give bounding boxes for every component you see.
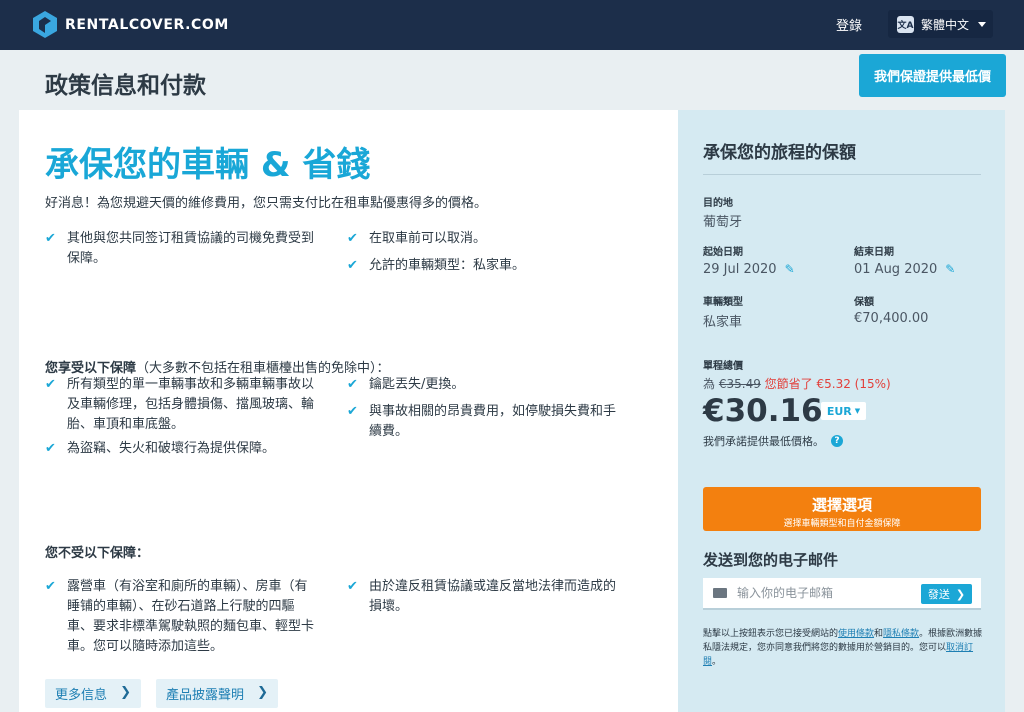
- site-logo[interactable]: RENTALCOVER.COM: [33, 11, 229, 38]
- destination-label: 目的地: [703, 198, 733, 209]
- login-link[interactable]: 登錄: [836, 15, 862, 34]
- chevron-down-icon: [978, 21, 987, 27]
- covered-item: ✔ 鑰匙丟失/更換。: [347, 375, 647, 395]
- feature-item: ✔ 在取車前可以取消。: [347, 229, 647, 249]
- chevron-right-icon: ❯: [955, 587, 966, 601]
- language-selector[interactable]: 文A 繁體中文: [888, 10, 993, 38]
- covered-item: ✔ 所有類型的單一車輛事故和多輛車輛事故以 及車輛修理，包括身體損傷、擋風玻璃、…: [45, 377, 315, 432]
- price-guarantee-button[interactable]: 我們保證提供最低價: [859, 54, 1006, 97]
- email-input[interactable]: [737, 586, 907, 600]
- more-info-button[interactable]: 更多信息 ❯: [45, 679, 141, 708]
- check-icon: ✔: [347, 231, 358, 246]
- logo-text: RENTALCOVER.COM: [65, 16, 229, 33]
- check-icon: ✔: [347, 579, 358, 594]
- top-navigation-bar: RENTALCOVER.COM 登錄 文A 繁體中文: [0, 0, 1024, 50]
- end-date-label: 結束日期: [854, 247, 894, 258]
- total-price: €30.16: [703, 393, 823, 429]
- feature-item: ✔ 允許的車輛類型：私家車。: [347, 256, 647, 276]
- check-icon: ✔: [45, 441, 56, 456]
- cover-amount-label: 保額: [854, 297, 874, 308]
- old-price: 為 €35.49 您節省了 €5.32 (15%): [703, 377, 891, 391]
- feature-item: ✔ 其他與您共同签订租賃協議的司機免費受到 保障。: [45, 231, 315, 266]
- help-icon[interactable]: ?: [831, 435, 843, 447]
- currency-selector[interactable]: EUR ▼: [821, 402, 866, 420]
- vehicle-type-value: 私家車: [703, 315, 743, 330]
- total-price-label: 單程總價: [703, 361, 743, 372]
- intro-text: 好消息！為您規避天價的維修費用，您只需支付比在租車點優惠得多的價格。: [45, 196, 488, 211]
- check-icon: ✔: [45, 231, 56, 246]
- destination-value: 葡萄牙: [703, 215, 743, 230]
- chevron-right-icon: ❯: [257, 685, 268, 700]
- divider: [703, 174, 981, 175]
- not-covered-item: ✔ 由於違反租賃協議或違反當地法律而造成的 損壞。: [347, 579, 617, 614]
- start-date[interactable]: 29 Jul 2020 ✎: [703, 262, 795, 277]
- check-icon: ✔: [45, 377, 56, 392]
- saving-text: 您節省了 €5.32 (15%): [764, 377, 891, 391]
- end-date[interactable]: 01 Aug 2020 ✎: [854, 262, 955, 277]
- cover-amount-value: €70,400.00: [854, 311, 929, 326]
- chevron-right-icon: ❯: [120, 685, 131, 700]
- translate-icon: 文A: [897, 15, 914, 33]
- check-icon: ✔: [45, 579, 56, 594]
- privacy-link[interactable]: 隱私條款: [883, 629, 919, 639]
- send-button[interactable]: 發送 ❯: [921, 584, 972, 604]
- not-covered-item: ✔ 露營車（有浴室和廁所的車輛）、房車（有 睡铺的車輛）、在砂石道路上行駛的四驅…: [45, 579, 315, 654]
- quote-summary-panel: 承保您的旅程的保額 目的地 葡萄牙 起始日期 29 Jul 2020 ✎ 結束日期…: [678, 110, 1005, 712]
- logo-icon: [33, 11, 57, 38]
- language-label: 繁體中文: [921, 17, 970, 32]
- mail-icon: [713, 588, 727, 598]
- product-disclosure-button[interactable]: 產品披露聲明 ❯: [156, 679, 278, 708]
- check-icon: ✔: [347, 377, 358, 392]
- pencil-icon[interactable]: ✎: [945, 262, 955, 276]
- start-date-label: 起始日期: [703, 247, 743, 258]
- select-options-button[interactable]: 選擇選項 選擇車輛類型和自付金額保障: [703, 487, 981, 531]
- check-icon: ✔: [347, 258, 358, 273]
- covered-heading: 您享受以下保障（大多數不包括在租車櫃檯出售的免除中）：: [45, 361, 390, 376]
- email-section-title: 发送到您的电子邮件: [703, 551, 839, 569]
- not-covered-heading: 您不受以下保障：: [45, 546, 150, 561]
- price-promise: 我們承諾提供最低價格。 ?: [703, 433, 843, 449]
- coverage-details-card: 承保您的車輛 & 省錢 好消息！為您規避天價的維修費用，您只需支付比在租車點優惠…: [19, 110, 678, 712]
- legal-notice: 點擊以上按鈕表示您已接受網站的使用條款和隱私條款。根據歐洲數據私隱法規定，您亦同…: [703, 629, 983, 667]
- pencil-icon[interactable]: ✎: [785, 262, 795, 276]
- terms-link[interactable]: 使用條款: [838, 629, 874, 639]
- page-title: 政策信息和付款: [45, 73, 206, 99]
- vehicle-type-label: 車輛類型: [703, 297, 743, 308]
- summary-title: 承保您的旅程的保額: [703, 143, 856, 163]
- covered-item: ✔ 為盜竊、失火和破壞行為提供保障。: [45, 439, 345, 459]
- headline: 承保您的車輛 & 省錢: [45, 145, 371, 185]
- check-icon: ✔: [347, 404, 358, 419]
- email-form: 發送❯: [703, 578, 981, 610]
- covered-item: ✔ 與事故相關的昂貴費用，如停駛損失費和手 續費。: [347, 404, 617, 439]
- chevron-down-icon: ▼: [854, 407, 861, 415]
